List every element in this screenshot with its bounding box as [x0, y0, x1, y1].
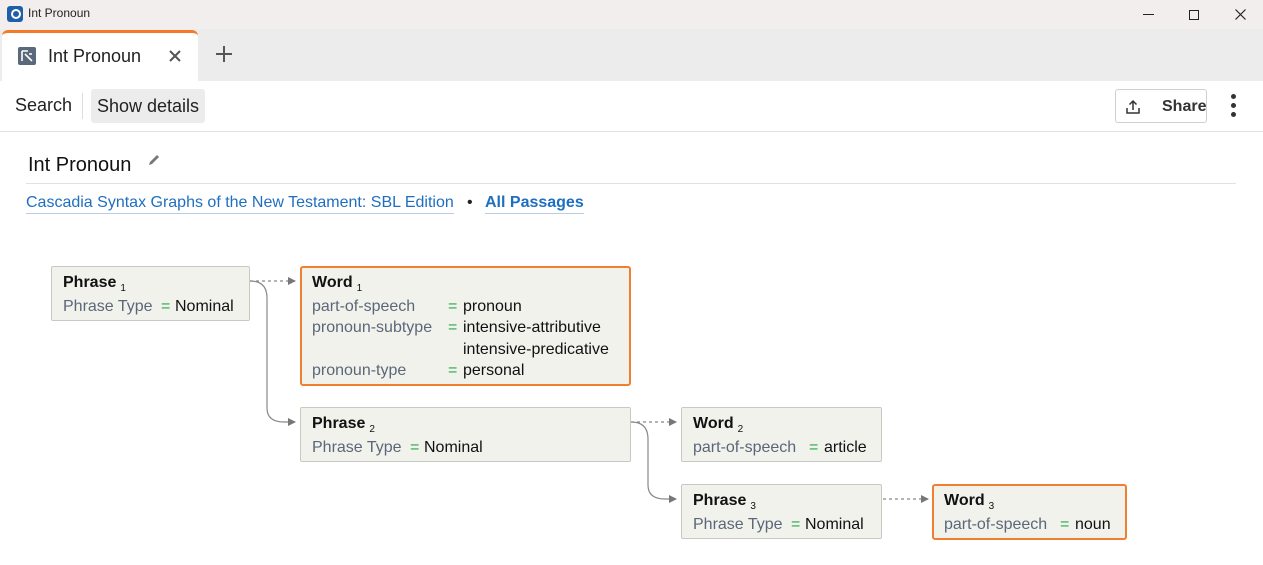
node-title: Word 3	[944, 492, 995, 512]
node-row: intensive-predicative	[463, 340, 609, 358]
node-row: Phrase Type = Nominal	[312, 438, 483, 456]
graph-node-word-1[interactable]: Word 1 part-of-speech = pronoun pronoun-s…	[300, 266, 631, 386]
edge-phrase2-phrase3	[630, 421, 677, 503]
node-row: pronoun-subtype = intensive-attributive	[312, 319, 601, 336]
graph-node-phrase-2[interactable]: Phrase 2 Phrase Type = Nominal	[300, 407, 631, 462]
node-row: Phrase Type = Nominal	[63, 297, 234, 315]
node-title: Word 1	[312, 274, 363, 294]
graph-node-phrase-3[interactable]: Phrase 3 Phrase Type = Nominal	[681, 484, 882, 539]
node-title: Phrase 2	[312, 415, 375, 435]
graph-node-word-3[interactable]: Word 3 part-of-speech = noun	[932, 484, 1127, 540]
node-row: part-of-speech = article	[693, 438, 867, 456]
node-title: Phrase 1	[63, 274, 126, 294]
graph-node-phrase-1[interactable]: Phrase 1 Phrase Type = Nominal	[51, 266, 250, 321]
node-row: pronoun-type = personal	[312, 362, 525, 379]
node-row: part-of-speech = noun	[944, 515, 1111, 533]
node-row: Phrase Type = Nominal	[693, 515, 864, 533]
node-row: part-of-speech = pronoun	[312, 297, 522, 315]
node-title: Word 2	[693, 415, 744, 435]
graph-node-word-2[interactable]: Word 2 part-of-speech = article	[681, 407, 882, 462]
node-title: Phrase 3	[693, 492, 756, 512]
edge-phrase1-phrase2	[249, 280, 296, 426]
